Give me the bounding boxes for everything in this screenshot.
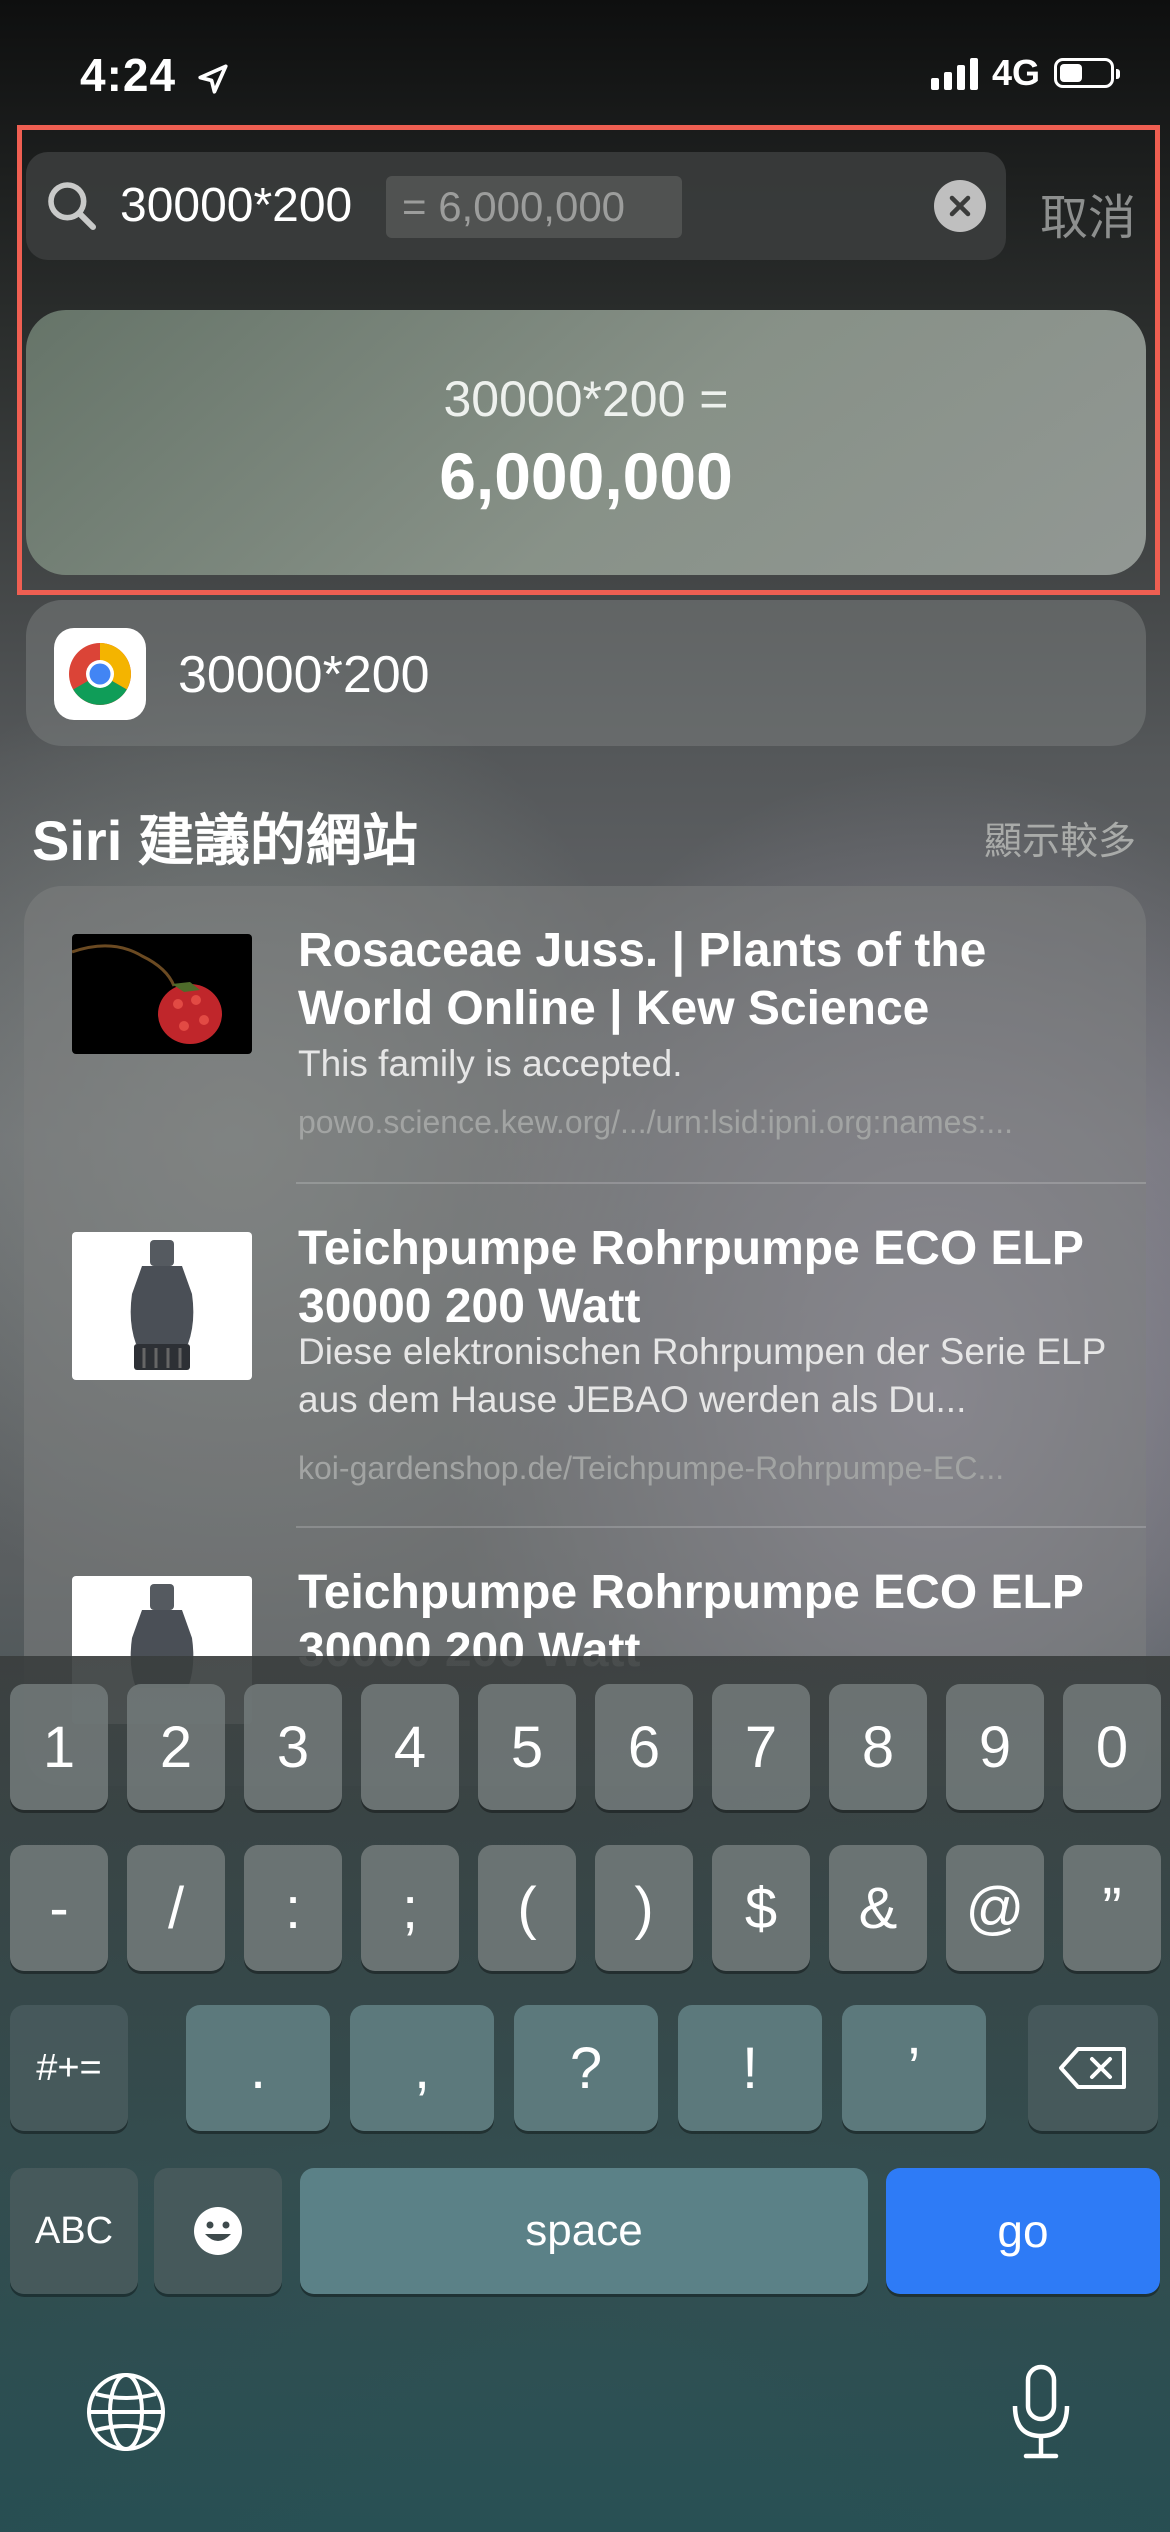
chrome-icon (54, 628, 146, 720)
punctuation-key[interactable]: ’ (842, 2005, 986, 2131)
status-time: 4:24 (80, 48, 230, 102)
abc-key[interactable]: ABC (10, 2168, 138, 2294)
go-key-label: go (997, 2205, 1049, 2257)
delete-key[interactable] (1028, 2005, 1158, 2131)
result-title: Teichpumpe Rohrpumpe ECO ELP 30000 200 W… (298, 1222, 1083, 1333)
search-input[interactable]: 30000*200 (120, 178, 352, 233)
key-2[interactable]: 2 (127, 1684, 225, 1810)
key-4[interactable]: 4 (361, 1684, 459, 1810)
punctuation-key[interactable]: ! (678, 2005, 822, 2131)
abc-key-label: ABC (34, 2209, 114, 2252)
symbol-key[interactable]: ” (1063, 1845, 1161, 1971)
space-key-label: space (525, 2206, 643, 2255)
symbol-key[interactable]: ( (478, 1845, 576, 1971)
keyboard: 1234567890 - /:;() $ & @” .,?!’ #+= ABC spac… (0, 1656, 1170, 2532)
chrome-suggestion-label: 30000*200 (178, 646, 430, 704)
key-9[interactable]: 9 (946, 1684, 1044, 1810)
network-type: 4G (991, 52, 1040, 93)
symbol-key[interactable]: @ (946, 1845, 1044, 1971)
result-thumbnail (71, 934, 252, 1054)
result-url: koi-gardenshop.de/Teichpumpe-Rohrpumpe-E… (298, 1450, 1005, 1486)
result-snippet: Diese elektronischen Rohrpumpen der Seri… (298, 1331, 1106, 1420)
punctuation-key[interactable]: , (350, 2005, 494, 2131)
location-arrow-icon (198, 64, 228, 94)
shift-symbols-key-label: #+= (36, 2046, 102, 2089)
battery-icon (1054, 58, 1120, 88)
clear-search-button[interactable] (934, 180, 986, 232)
microphone-icon[interactable] (1006, 2362, 1076, 2462)
symbol-key[interactable]: ; (361, 1845, 459, 1971)
symbol-key[interactable]: $ (712, 1845, 810, 1971)
symbol-key[interactable]: ) (595, 1845, 693, 1971)
battery-level (1060, 64, 1082, 82)
status-time-text: 4:24 (80, 49, 177, 101)
key-3[interactable]: 3 (244, 1684, 342, 1810)
key-5[interactable]: 5 (478, 1684, 576, 1810)
result-url: powo.science.kew.org/.../urn:lsid:ipni.o… (298, 1104, 1014, 1140)
result-snippet: This family is accepted. (298, 1043, 683, 1084)
key-8[interactable]: 8 (829, 1684, 927, 1810)
shift-symbols-key[interactable]: #+= (10, 2005, 128, 2131)
calculator-expression: 30000*200 = (443, 371, 729, 427)
inline-result-preview: = 6,000,000 (386, 176, 682, 238)
cellular-signal-icon (930, 56, 978, 90)
symbol-key[interactable]: / (127, 1845, 225, 1971)
search-icon (48, 182, 97, 231)
siri-suggested-websites: Rosaceae Juss. | Plants of the World Onl… (24, 886, 1146, 1786)
symbol-key[interactable]: & (829, 1845, 927, 1971)
result-title: Rosaceae Juss. | Plants of the World Onl… (298, 924, 987, 1035)
space-key[interactable]: space (300, 2168, 868, 2294)
globe-icon[interactable] (84, 2370, 168, 2454)
calculator-result: 6,000,000 (439, 439, 733, 513)
key-1[interactable]: 1 (10, 1684, 108, 1810)
raspberry-image (71, 944, 222, 1044)
key-7[interactable]: 7 (712, 1684, 810, 1810)
key-0[interactable]: 0 (1063, 1684, 1161, 1810)
go-key[interactable]: go (886, 2168, 1160, 2294)
punctuation-key[interactable]: . (186, 2005, 330, 2131)
punctuation-key[interactable]: ? (514, 2005, 658, 2131)
symbol-key[interactable]: - (10, 1845, 108, 1971)
key-6[interactable]: 6 (595, 1684, 693, 1810)
show-more-link[interactable]: 顯示較多 (984, 810, 1136, 865)
pump-image (130, 1240, 194, 1370)
emoji-key[interactable] (154, 2168, 282, 2294)
status-indicators: 4G (930, 52, 1120, 94)
close-icon (949, 195, 971, 217)
cancel-button[interactable]: 取消 (1040, 178, 1136, 248)
symbol-key[interactable]: : (244, 1845, 342, 1971)
backspace-icon (1059, 2047, 1126, 2089)
result-thumbnail (72, 1232, 252, 1380)
section-title: Siri 建議的網站 (32, 809, 418, 872)
emoji-icon (194, 2207, 242, 2255)
